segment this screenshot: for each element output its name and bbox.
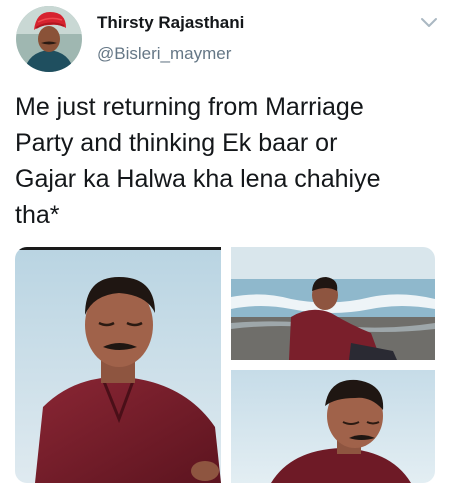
avatar[interactable] xyxy=(16,6,82,72)
author-handle[interactable]: @Bisleri_maymer xyxy=(97,44,231,64)
tweet-card: Thirsty Rajasthani @Bisleri_maymer Me ju… xyxy=(0,0,450,493)
media-image-2[interactable] xyxy=(231,247,435,360)
chevron-down-icon[interactable] xyxy=(420,16,438,28)
author-display-name[interactable]: Thirsty Rajasthani xyxy=(97,13,244,33)
tweet-text: Me just returning from Marriage Party an… xyxy=(15,93,381,229)
media-grid xyxy=(15,247,435,484)
media-image-3[interactable] xyxy=(231,370,435,483)
media-image-1[interactable] xyxy=(15,247,221,483)
